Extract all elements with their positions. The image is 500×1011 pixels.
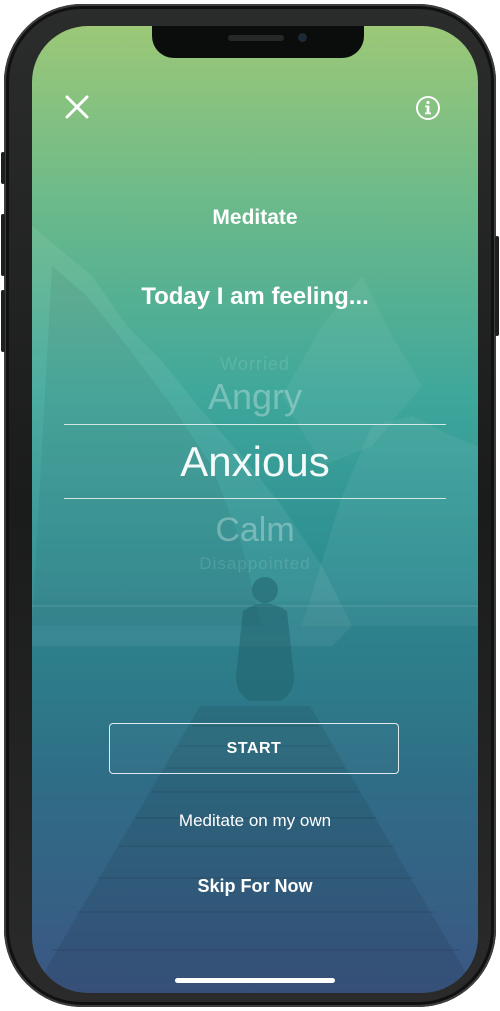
notch [152, 26, 364, 58]
picker-selected-option[interactable]: Anxious [32, 438, 478, 486]
skip-for-now-link[interactable]: Skip For Now [32, 876, 478, 897]
feeling-picker[interactable]: Worried Angry Anxious Calm Disappointed [32, 346, 478, 596]
page-title: Meditate [212, 206, 298, 229]
volume-down-button [1, 290, 5, 352]
meditate-on-own-link[interactable]: Meditate on my own [32, 811, 478, 831]
info-button[interactable] [414, 94, 442, 122]
silent-switch [1, 152, 5, 184]
feeling-prompt: Today I am feeling... [141, 283, 369, 310]
close-icon [65, 95, 89, 119]
picker-option[interactable]: Calm [32, 511, 478, 550]
volume-up-button [1, 214, 5, 276]
picker-selection-bottom-line [64, 498, 446, 499]
picker-option[interactable]: Worried [32, 354, 478, 375]
picker-selection-top-line [64, 424, 446, 425]
power-button [495, 236, 499, 336]
close-button[interactable] [62, 92, 92, 122]
phone-frame: Meditate Today I am feeling... Worried A… [1, 4, 499, 1007]
info-icon [416, 96, 440, 120]
picker-option[interactable]: Angry [32, 376, 478, 418]
front-camera [298, 33, 307, 42]
picker-option[interactable]: Disappointed [32, 554, 478, 574]
app-screen: Meditate Today I am feeling... Worried A… [32, 26, 478, 993]
home-indicator[interactable] [175, 978, 335, 983]
speaker-grille [228, 35, 284, 41]
start-button[interactable]: START [109, 723, 399, 774]
